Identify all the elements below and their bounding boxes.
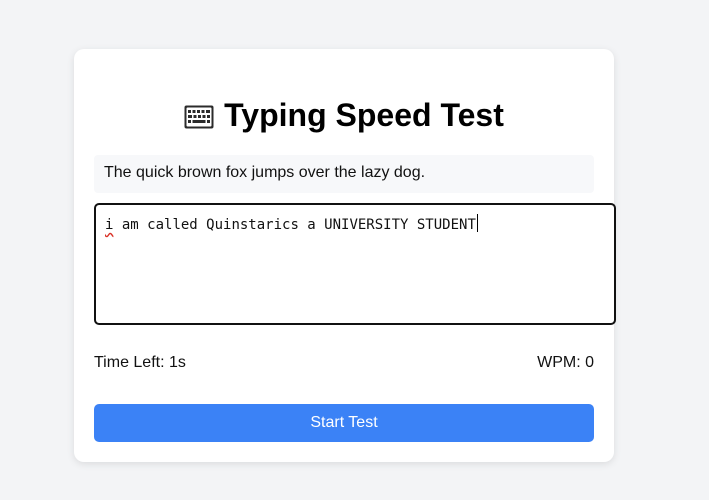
typing-input[interactable]: i am called Quinstarics a UNIVERSITY STU…: [94, 203, 616, 325]
typing-test-card: Typing Speed Test The quick brown fox ju…: [74, 49, 616, 462]
wpm-label: WPM: 0: [537, 354, 594, 371]
text-caret: [476, 214, 478, 232]
typed-text: am called Quinstarics a UNIVERSITY STUDE…: [113, 217, 476, 233]
page-title-text: Typing Speed Test: [224, 97, 504, 133]
sample-text: The quick brown fox jumps over the lazy …: [94, 155, 594, 193]
time-left-label: Time Left: 1s: [94, 354, 186, 371]
stats-bar: Time Left: 1s WPM: 0: [94, 352, 594, 374]
keyboard-icon: [184, 96, 214, 140]
page-title: Typing Speed Test: [74, 93, 614, 140]
start-test-button[interactable]: Start Test: [94, 404, 594, 442]
